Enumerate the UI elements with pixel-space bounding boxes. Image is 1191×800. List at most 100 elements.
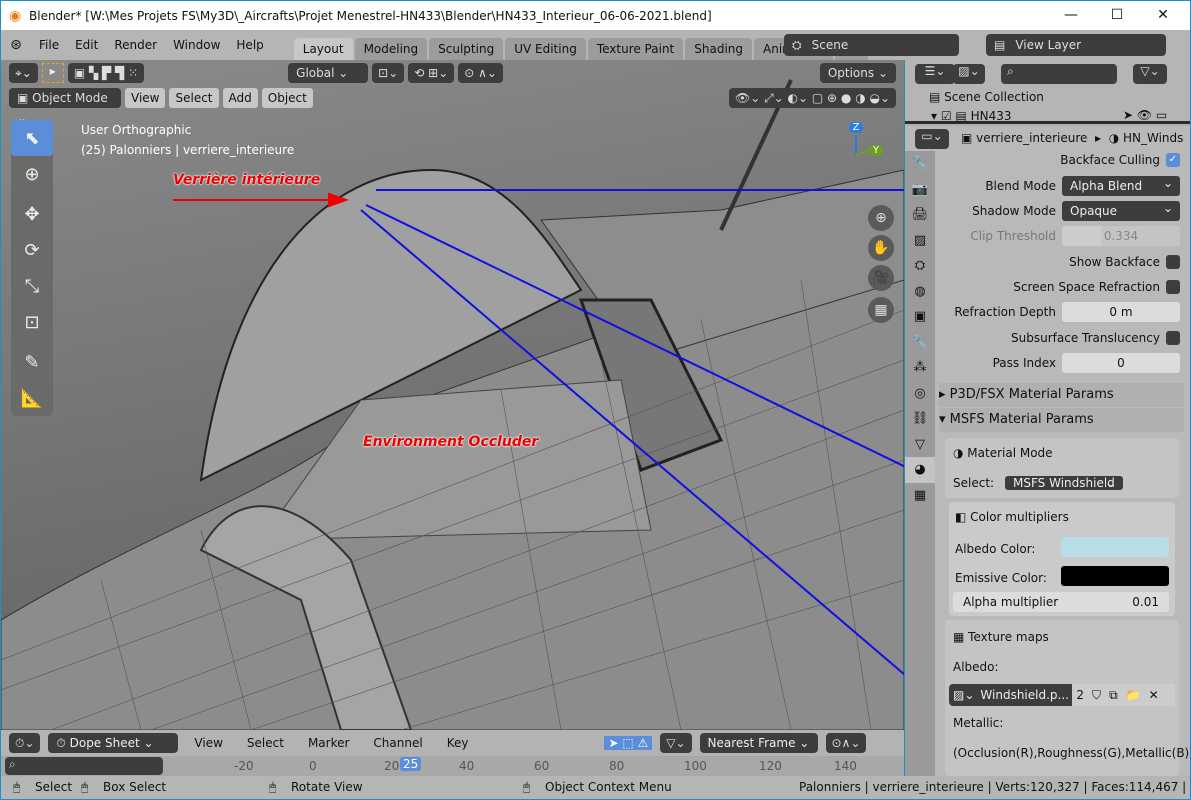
timeline-ruler[interactable]: ⌕ -20 0 20 40 60 80 100 120 140 25 xyxy=(1,756,904,776)
snap-toggle[interactable]: ⟲ ⊞⌄ xyxy=(408,62,455,83)
camera-icon[interactable]: 🎥 xyxy=(868,265,894,291)
annotate-tool-icon[interactable]: ✎ xyxy=(11,344,53,380)
ssr-checkbox[interactable] xyxy=(1166,280,1180,294)
dope-filter-icon[interactable]: ▽⌄ xyxy=(660,733,692,753)
cursor-tool-icon[interactable]: ⊕ xyxy=(11,156,53,192)
collection-row[interactable]: ▾ ☑ ▤ HN433 xyxy=(931,109,1011,123)
image-browse-icon[interactable]: ▨⌄ xyxy=(953,688,974,702)
close-button[interactable]: ✕ xyxy=(1140,1,1186,30)
texture-user-count[interactable]: 2 xyxy=(1076,684,1084,706)
dope-menu-view[interactable]: View xyxy=(186,736,230,750)
clip-threshold-field[interactable]: 0.334 xyxy=(1062,226,1180,246)
only-selected-toggle[interactable]: ➤ ⬚ ⚠ xyxy=(604,736,653,750)
constraints-tab-icon[interactable]: ⛓ xyxy=(905,406,935,432)
outliner-search-input[interactable]: ⌕ xyxy=(1001,64,1117,84)
particles-tab-icon[interactable]: ⁂ xyxy=(905,355,935,381)
dope-menu-marker[interactable]: Marker xyxy=(300,736,357,750)
select-mode-buttons[interactable]: ▣ ▚ ▛ ▜ ⁙ xyxy=(67,62,145,83)
scale-tool-icon[interactable]: ⤡ xyxy=(11,268,53,304)
material-tab-icon[interactable]: ◕ xyxy=(905,457,935,483)
alpha-multiplier-field[interactable]: Alpha multiplier 0.01 xyxy=(953,592,1169,612)
modifier-tab-icon[interactable]: 🔧 xyxy=(905,330,935,356)
fake-user-icon[interactable]: ⛉ xyxy=(1092,684,1101,706)
unlink-icon[interactable]: ✕ xyxy=(1149,684,1159,706)
blend-mode-dropdown[interactable]: Alpha Blend xyxy=(1062,173,1180,196)
view-layer-tab-icon[interactable]: ▨ xyxy=(905,228,935,254)
scene-collection-row[interactable]: ▤ Scene Collection xyxy=(929,90,1044,104)
scene-tab-icon[interactable]: ⛭ xyxy=(905,253,935,279)
menu-view[interactable]: View xyxy=(125,87,166,108)
pass-index-field[interactable]: 0 xyxy=(1062,353,1180,373)
outliner-editor-type[interactable]: ☰⌄ xyxy=(915,64,955,84)
subsurface-checkbox[interactable] xyxy=(1166,331,1180,345)
rotate-tool-icon[interactable]: ⟳ xyxy=(11,232,53,268)
blender-menu-icon[interactable]: ⊛ xyxy=(1,37,31,53)
proportional-edit-toggle[interactable]: ⊙ ∧⌄ xyxy=(458,62,503,83)
msfs-section-header[interactable]: ▾ MSFS Material Params xyxy=(939,408,1184,432)
pivot-dropdown[interactable]: ⊡⌄ xyxy=(372,62,405,83)
tab-shading[interactable]: Shading xyxy=(685,38,752,60)
dope-menu-key[interactable]: Key xyxy=(439,736,477,750)
dope-editor-type[interactable]: ⏱⌄ xyxy=(9,733,41,753)
open-folder-icon[interactable]: 📁 xyxy=(1126,684,1141,706)
menu-add[interactable]: Add xyxy=(222,87,258,108)
move-tool-icon[interactable]: ✥ xyxy=(11,196,53,232)
p3d-section-header[interactable]: ▸ P3D/FSX Material Params xyxy=(939,383,1184,407)
transform-tool-icon[interactable]: ⊡ xyxy=(11,304,53,340)
maximize-button[interactable]: ☐ xyxy=(1094,1,1140,30)
data-tab-icon[interactable]: ▽ xyxy=(905,432,935,458)
scene-selector[interactable]: ⛭ Scene xyxy=(784,34,959,56)
mode-dropdown[interactable]: ▣ Object Mode ⌄ xyxy=(9,87,121,125)
pan-hand-icon[interactable]: ✋ xyxy=(868,235,894,261)
select-tool-icon[interactable]: ▸ xyxy=(41,62,64,83)
editor-type-button[interactable]: ⌖⌄ xyxy=(9,62,38,83)
menu-help[interactable]: Help xyxy=(228,38,271,52)
tab-uv-editing[interactable]: UV Editing xyxy=(505,38,586,60)
emissive-color-swatch[interactable] xyxy=(1061,566,1169,586)
menu-window[interactable]: Window xyxy=(165,38,228,52)
view-layer-selector[interactable]: ▤ View Layer xyxy=(986,34,1166,56)
shading-buttons[interactable]: 👁⌄ ⤢⌄ ◐⌄ ▢ ⊕ ● ◑ ◒⌄ xyxy=(728,87,896,108)
zoom-icon[interactable]: ⊕ xyxy=(868,205,894,231)
menu-edit[interactable]: Edit xyxy=(67,38,106,52)
albedo-texture-selector[interactable]: ▨⌄ Windshield.p... 2 ⛉ ⧉ 📁 ✕ xyxy=(949,684,1175,706)
measure-tool-icon[interactable]: 📐 xyxy=(11,380,53,416)
output-tab-icon[interactable]: 🖨 xyxy=(905,202,935,228)
auto-snap-dropdown[interactable]: Nearest Frame ⌄ xyxy=(699,733,818,753)
shadow-mode-dropdown[interactable]: Opaque xyxy=(1062,198,1180,221)
dope-mode-dropdown[interactable]: ⏱ Dope Sheet ⌄ xyxy=(48,733,179,753)
dope-menu-channel[interactable]: Channel xyxy=(365,736,430,750)
albedo-color-swatch[interactable] xyxy=(1061,537,1169,557)
menu-file[interactable]: File xyxy=(31,38,67,52)
menu-render[interactable]: Render xyxy=(106,38,165,52)
menu-select[interactable]: Select xyxy=(169,87,219,108)
channel-search-input[interactable]: ⌕ xyxy=(5,757,163,775)
refraction-depth-field[interactable]: 0 m xyxy=(1062,302,1180,322)
show-backface-checkbox[interactable] xyxy=(1166,255,1180,269)
grid-icon[interactable]: ▦ xyxy=(868,297,894,323)
filter-icon[interactable]: ▽⌄ xyxy=(1133,64,1167,84)
tool-tab-icon[interactable]: 🔧 xyxy=(905,151,935,177)
material-type-dropdown[interactable]: MSFS Windshield xyxy=(1005,476,1123,490)
albedo-texture-name[interactable]: Windshield.p... xyxy=(980,688,1069,702)
gizmo-z-axis[interactable]: Z xyxy=(849,122,863,133)
menu-object[interactable]: Object xyxy=(261,87,313,108)
visibility-icons[interactable]: ➤ 👁 ▭ xyxy=(1123,108,1167,122)
3d-viewport[interactable]: ⌖⌄ ▸ ▣ ▚ ▛ ▜ ⁙ Global ⌄ ⊡⌄ ⟲ ⊞⌄ ⊙ ∧⌄ Opt… xyxy=(1,60,904,730)
display-mode-dropdown[interactable]: ▨⌄ xyxy=(953,64,985,84)
current-frame-indicator[interactable]: 25 xyxy=(400,757,422,771)
physics-tab-icon[interactable]: ◎ xyxy=(905,381,935,407)
dope-proportional-toggle[interactable]: ⊙∧⌄ xyxy=(825,733,867,753)
properties-editor-type[interactable]: ▭⌄ xyxy=(915,129,949,149)
select-box-tool-icon[interactable]: ⬉ xyxy=(11,120,53,156)
render-tab-icon[interactable]: 📷 xyxy=(905,177,935,203)
gizmo-y-axis[interactable]: Y xyxy=(869,145,883,156)
backface-culling-checkbox[interactable]: ✓ xyxy=(1166,153,1180,167)
tab-layout[interactable]: Layout xyxy=(293,38,353,60)
texture-tab-icon[interactable]: ▦ xyxy=(905,483,935,509)
dope-menu-select[interactable]: Select xyxy=(239,736,292,750)
transform-orientation-dropdown[interactable]: Global ⌄ xyxy=(288,62,369,83)
duplicate-icon[interactable]: ⧉ xyxy=(1109,684,1118,706)
options-button[interactable]: Options ⌄ xyxy=(819,62,896,83)
world-tab-icon[interactable]: ◍ xyxy=(905,279,935,305)
